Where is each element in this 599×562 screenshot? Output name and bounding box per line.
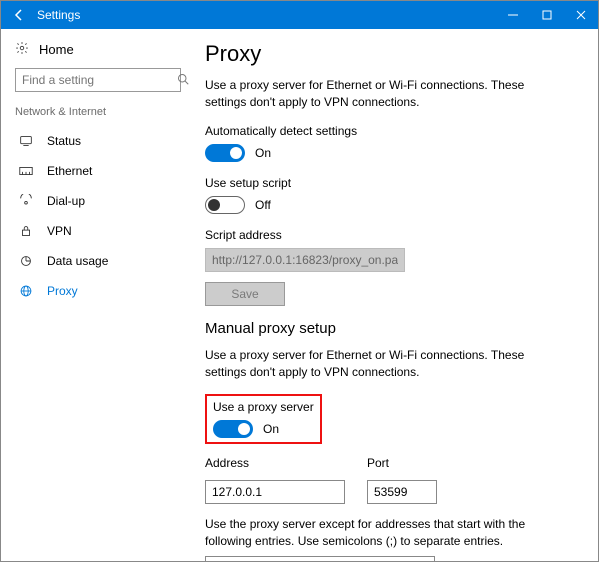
vpn-icon xyxy=(17,224,35,238)
setup-script-state: Off xyxy=(255,198,271,212)
manual-heading: Manual proxy setup xyxy=(205,320,580,337)
sidebar-item-dialup[interactable]: Dial-up xyxy=(15,186,181,216)
use-proxy-toggle[interactable] xyxy=(213,420,253,438)
sidebar-item-label: Dial-up xyxy=(47,194,85,208)
auto-detect-label: Automatically detect settings xyxy=(205,124,580,138)
home-label: Home xyxy=(39,42,74,57)
sidebar-item-label: Ethernet xyxy=(47,164,92,178)
ethernet-icon xyxy=(17,164,35,178)
sidebar-item-datausage[interactable]: Data usage xyxy=(15,246,181,276)
minimize-button[interactable] xyxy=(504,6,522,24)
sidebar-item-label: Data usage xyxy=(47,254,108,268)
use-proxy-label: Use a proxy server xyxy=(213,400,314,414)
maximize-button[interactable] xyxy=(538,6,556,24)
auto-detect-state: On xyxy=(255,146,271,160)
sidebar-item-vpn[interactable]: VPN xyxy=(15,216,181,246)
nav-group-label: Network & Internet xyxy=(15,106,181,118)
auto-detect-toggle[interactable] xyxy=(205,144,245,162)
sidebar-item-label: Proxy xyxy=(47,284,78,298)
auto-desc: Use a proxy server for Ethernet or Wi-Fi… xyxy=(205,77,565,112)
window-title: Settings xyxy=(37,8,504,22)
titlebar: Settings xyxy=(1,1,598,29)
search-box[interactable] xyxy=(15,68,181,92)
back-button[interactable] xyxy=(9,5,29,25)
script-address-label: Script address xyxy=(205,228,580,242)
port-input[interactable] xyxy=(367,480,437,504)
sidebar-item-label: VPN xyxy=(47,224,72,238)
home-link[interactable]: Home xyxy=(15,41,181,58)
proxy-icon xyxy=(17,284,35,298)
sidebar: Home Network & Internet Status Ethernet … xyxy=(1,29,191,561)
search-icon xyxy=(177,73,189,88)
exceptions-label: Use the proxy server except for addresse… xyxy=(205,516,565,551)
script-address-input xyxy=(205,248,405,272)
setup-script-toggle[interactable] xyxy=(205,196,245,214)
port-label: Port xyxy=(367,456,437,470)
main-panel: Proxy Use a proxy server for Ethernet or… xyxy=(191,29,598,561)
dialup-icon xyxy=(17,194,35,208)
gear-icon xyxy=(15,41,29,58)
status-icon xyxy=(17,134,35,148)
address-label: Address xyxy=(205,456,345,470)
page-title: Proxy xyxy=(205,41,580,67)
search-input[interactable] xyxy=(22,73,177,87)
address-input[interactable] xyxy=(205,480,345,504)
sidebar-item-label: Status xyxy=(47,134,81,148)
exceptions-input[interactable] xyxy=(205,556,435,561)
datausage-icon xyxy=(17,254,35,268)
save-script-button: Save xyxy=(205,282,285,306)
sidebar-item-ethernet[interactable]: Ethernet xyxy=(15,156,181,186)
use-proxy-state: On xyxy=(263,422,279,436)
sidebar-item-status[interactable]: Status xyxy=(15,126,181,156)
manual-desc: Use a proxy server for Ethernet or Wi-Fi… xyxy=(205,347,565,382)
close-button[interactable] xyxy=(572,6,590,24)
sidebar-item-proxy[interactable]: Proxy xyxy=(15,276,181,306)
setup-script-label: Use setup script xyxy=(205,176,580,190)
